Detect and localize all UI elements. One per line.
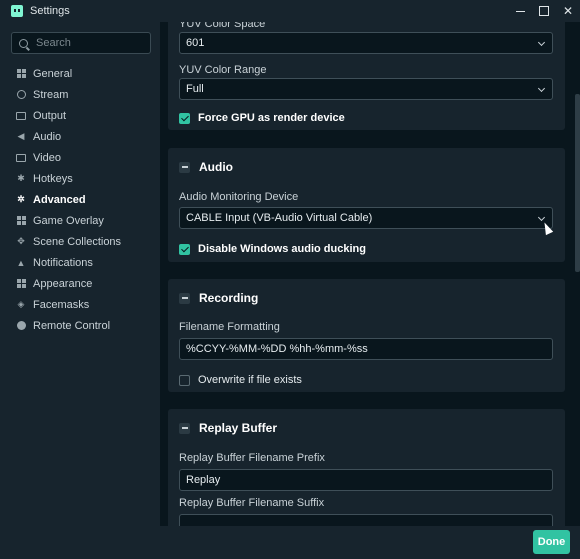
sidebar-item-scene-collections[interactable]: ✥ Scene Collections (0, 231, 160, 252)
sidebar-item-output[interactable]: Output (0, 105, 160, 126)
sidebar-item-label: Audio (33, 130, 62, 143)
audio-card-title: Audio (199, 160, 233, 174)
replay-buffer-card-title: Replay Buffer (199, 421, 278, 435)
sidebar-item-label: Scene Collections (33, 235, 122, 248)
chevron-down-icon (537, 84, 546, 93)
gear-icon: ✱ (17, 173, 25, 183)
audio-monitoring-device-value: CABLE Input (VB-Audio Virtual Cable) (186, 212, 373, 224)
settings-content[interactable]: YUV Color Space 601 YUV Color Range Full… (160, 22, 580, 526)
replay-prefix-input[interactable]: Replay (179, 469, 553, 491)
replay-buffer-card-header[interactable]: Replay Buffer (179, 421, 277, 435)
bell-icon: ▲ (16, 257, 26, 268)
collapse-icon[interactable] (179, 292, 190, 304)
sidebar-item-appearance[interactable]: Appearance (0, 273, 160, 294)
maximize-button[interactable] (532, 0, 556, 22)
recording-card-header[interactable]: Recording (179, 291, 258, 305)
search-icon (19, 38, 28, 48)
close-button[interactable]: ✕ (556, 0, 580, 22)
replay-prefix-label: Replay Buffer Filename Prefix (179, 452, 325, 464)
force-gpu-label: Force GPU as render device (198, 112, 345, 124)
search-box[interactable] (11, 32, 151, 54)
sidebar-item-label: General (33, 67, 73, 80)
speaker-icon: ◀ (17, 131, 25, 141)
disable-ducking-label: Disable Windows audio ducking (198, 243, 366, 255)
recording-card-title: Recording (199, 291, 259, 305)
audio-card-header[interactable]: Audio (179, 160, 233, 174)
sidebar-nav: General Stream Output ◀ Audio Video ✱ Ho… (0, 63, 160, 336)
video-advanced-card: YUV Color Space 601 YUV Color Range Full… (168, 22, 565, 130)
overwrite-label: Overwrite if file exists (198, 374, 302, 386)
sidebar-item-hotkeys[interactable]: ✱ Hotkeys (0, 168, 160, 189)
audio-card: Audio Audio Monitoring Device CABLE Inpu… (168, 148, 565, 262)
yuv-color-range-label: YUV Color Range (179, 64, 267, 76)
grid-icon (16, 69, 26, 79)
audio-monitoring-device-select[interactable]: CABLE Input (VB-Audio Virtual Cable) (179, 207, 553, 229)
overwrite-option[interactable]: Overwrite if file exists (179, 374, 302, 386)
sidebar-item-facemasks[interactable]: ◈ Facemasks (0, 294, 160, 315)
sidebar: General Stream Output ◀ Audio Video ✱ Ho… (0, 22, 160, 526)
force-gpu-option[interactable]: Force GPU as render device (179, 112, 345, 124)
window-controls: ✕ (508, 0, 580, 22)
replay-buffer-card: Replay Buffer Replay Buffer Filename Pre… (168, 409, 565, 526)
sidebar-item-label: Hotkeys (33, 172, 73, 185)
minimize-button[interactable] (508, 0, 532, 22)
footer-bar: Done (0, 526, 580, 559)
sidebar-item-label: Remote Control (33, 319, 111, 332)
title-bar: Settings ✕ (0, 0, 580, 22)
sidebar-item-label: Advanced (33, 193, 86, 206)
chevron-down-icon (537, 38, 546, 47)
sidebar-item-label: Video (33, 151, 61, 164)
overwrite-checkbox[interactable] (179, 374, 190, 386)
output-icon (16, 111, 26, 121)
sidebar-item-stream[interactable]: Stream (0, 84, 160, 105)
app-logo-icon (11, 5, 23, 17)
disable-ducking-option[interactable]: Disable Windows audio ducking (179, 243, 366, 255)
replay-suffix-input[interactable] (179, 514, 553, 526)
play-circle-icon (16, 321, 26, 331)
yuv-color-space-select[interactable]: 601 (179, 32, 553, 54)
replay-prefix-value: Replay (186, 474, 221, 486)
sidebar-item-general[interactable]: General (0, 63, 160, 84)
film-icon (16, 153, 26, 163)
sidebar-item-label: Game Overlay (33, 214, 104, 227)
sidebar-item-label: Output (33, 109, 67, 122)
sidebar-item-advanced[interactable]: ✲ Advanced (0, 189, 160, 210)
collections-icon: ✥ (17, 236, 25, 246)
sidebar-item-label: Stream (33, 88, 69, 101)
appearance-icon (16, 279, 26, 289)
sidebar-item-label: Appearance (33, 277, 93, 290)
filename-formatting-label: Filename Formatting (179, 321, 280, 333)
sidebar-item-video[interactable]: Video (0, 147, 160, 168)
gears-icon: ✲ (17, 194, 25, 204)
mask-icon: ◈ (17, 299, 25, 309)
replay-suffix-label: Replay Buffer Filename Suffix (179, 497, 325, 509)
sidebar-item-remote-control[interactable]: Remote Control (0, 315, 160, 336)
sidebar-item-audio[interactable]: ◀ Audio (0, 126, 160, 147)
sidebar-item-label: Notifications (33, 256, 93, 269)
yuv-color-space-value: 601 (186, 37, 205, 49)
yuv-color-range-value: Full (186, 83, 204, 95)
content-scrollbar[interactable] (574, 22, 580, 526)
disable-ducking-checkbox[interactable] (179, 243, 190, 255)
audio-monitoring-device-label: Audio Monitoring Device (179, 191, 299, 203)
chevron-down-icon (537, 213, 546, 222)
sidebar-item-game-overlay[interactable]: Game Overlay (0, 210, 160, 231)
sidebar-item-label: Facemasks (33, 298, 90, 311)
yuv-color-range-select[interactable]: Full (179, 78, 553, 100)
close-icon: ✕ (562, 4, 574, 18)
filename-formatting-value: %CCYY-%MM-%DD %hh-%mm-%ss (186, 343, 368, 355)
filename-formatting-input[interactable]: %CCYY-%MM-%DD %hh-%mm-%ss (179, 338, 553, 360)
globe-icon (16, 90, 26, 100)
done-button[interactable]: Done (533, 530, 570, 554)
overlay-icon (16, 216, 26, 226)
window-title: Settings (30, 5, 70, 17)
collapse-icon[interactable] (179, 161, 190, 173)
collapse-icon[interactable] (179, 422, 190, 434)
search-input[interactable] (36, 37, 136, 49)
sidebar-item-notifications[interactable]: ▲ Notifications (0, 252, 160, 273)
recording-card: Recording Filename Formatting %CCYY-%MM-… (168, 279, 565, 392)
yuv-color-space-label: YUV Color Space (179, 22, 266, 30)
force-gpu-checkbox[interactable] (179, 112, 190, 124)
scrollbar-thumb[interactable] (575, 94, 580, 272)
